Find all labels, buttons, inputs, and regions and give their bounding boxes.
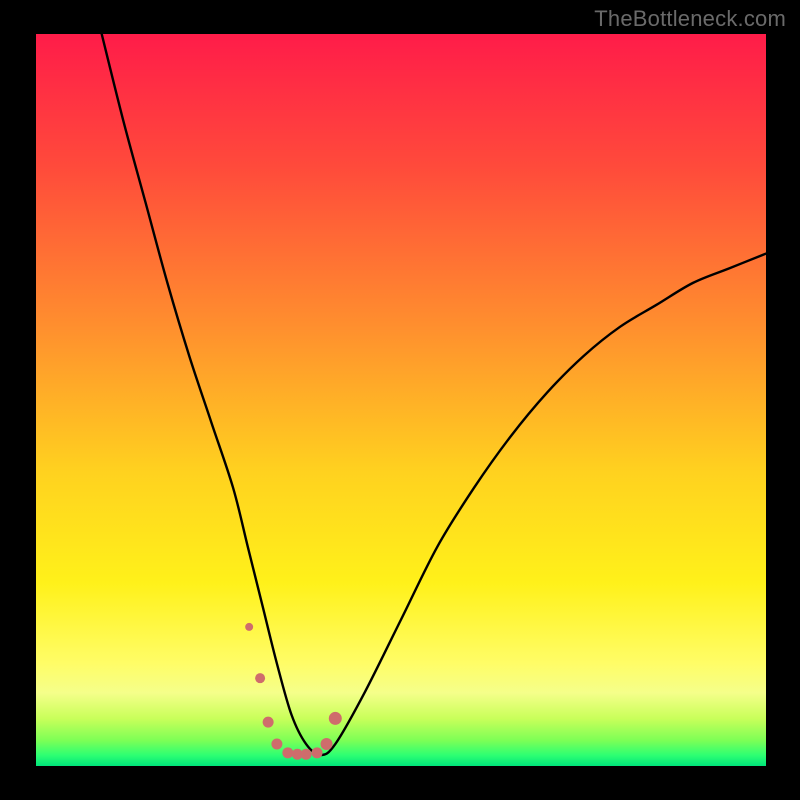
chart-frame: TheBottleneck.com: [0, 0, 800, 800]
highlight-dot: [329, 712, 342, 725]
watermark-text: TheBottleneck.com: [594, 6, 786, 32]
highlight-dot: [301, 749, 312, 760]
highlight-dot: [321, 738, 333, 750]
highlight-dot: [312, 747, 323, 758]
highlight-dot: [245, 623, 253, 631]
highlight-dot: [271, 739, 282, 750]
highlight-dot: [255, 673, 265, 683]
plot-background: [36, 34, 766, 766]
bottleneck-chart: [0, 0, 800, 800]
highlight-dot: [263, 717, 274, 728]
highlight-dot: [282, 747, 293, 758]
